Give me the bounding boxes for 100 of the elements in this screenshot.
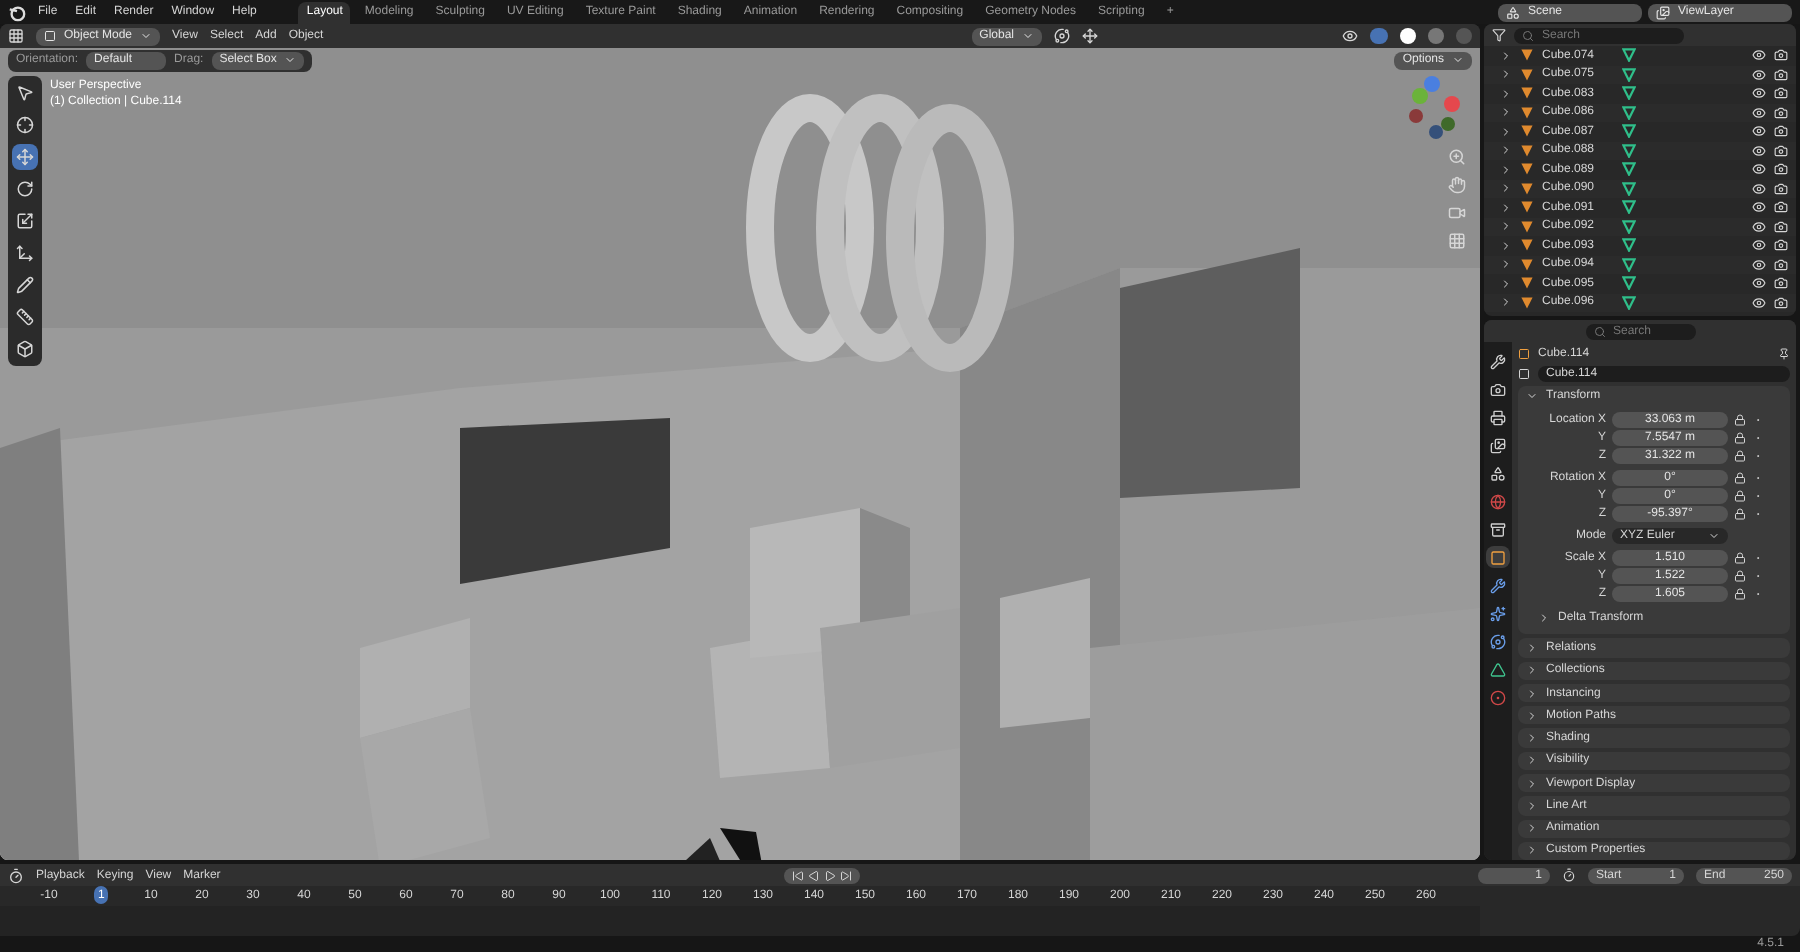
rotate-icon: [16, 180, 34, 198]
search-icon: [1522, 29, 1534, 41]
tool-button[interactable]: [12, 240, 38, 266]
camera-icon[interactable]: [1774, 124, 1788, 139]
caret-icon: [1708, 530, 1720, 543]
camera-icon[interactable]: [1774, 105, 1788, 120]
visibility-icon[interactable]: [1342, 28, 1358, 44]
properties-tab[interactable]: [1486, 378, 1510, 400]
images-icon: [1490, 437, 1506, 453]
camera-icon[interactable]: [1774, 67, 1788, 82]
visibility-icon[interactable]: [1752, 124, 1766, 139]
transform-icon: [16, 244, 34, 262]
visibility-icon[interactable]: [1752, 200, 1766, 215]
skip-back-icon: [792, 869, 805, 881]
tool-button[interactable]: [12, 144, 38, 170]
wrench-icon: [1490, 353, 1506, 369]
app-logo-icon[interactable]: [8, 3, 26, 21]
visibility-icon[interactable]: [1752, 86, 1766, 101]
skip-forward-icon: [840, 869, 853, 881]
crosshair-icon: [16, 116, 34, 134]
visibility-icon[interactable]: [1752, 48, 1766, 63]
scale-icon: [16, 212, 34, 230]
visibility-icon[interactable]: [1752, 143, 1766, 158]
caret-icon: [1022, 30, 1034, 42]
pointer-icon: [16, 84, 34, 102]
properties-tab[interactable]: [1486, 574, 1510, 596]
shapes-icon: [1490, 465, 1506, 481]
properties-tab[interactable]: [1486, 406, 1510, 428]
camera-icon[interactable]: [1774, 219, 1788, 234]
clock-icon[interactable]: [1562, 868, 1576, 882]
axis-gizmo-drawing[interactable]: [1409, 76, 1460, 139]
lock-icon[interactable]: [1734, 432, 1746, 445]
camera-icon[interactable]: [1774, 276, 1788, 291]
camera-icon[interactable]: [1774, 48, 1788, 63]
ruler-icon: [16, 308, 34, 326]
visibility-icon[interactable]: [1752, 67, 1766, 82]
visibility-icon[interactable]: [1752, 295, 1766, 310]
tool-button[interactable]: [12, 176, 38, 202]
tool-button[interactable]: [12, 80, 38, 106]
sparkles-icon: [1490, 605, 1506, 621]
lock-icon[interactable]: [1734, 450, 1746, 463]
shading-solid-toggle[interactable]: [1400, 28, 1416, 44]
images-icon: [1656, 5, 1670, 19]
properties-tab[interactable]: [1486, 546, 1510, 568]
tool-button[interactable]: [12, 272, 38, 298]
square-icon: [1518, 368, 1530, 381]
camera-icon[interactable]: [1774, 86, 1788, 101]
tool-button[interactable]: [12, 112, 38, 138]
properties-tab[interactable]: [1486, 518, 1510, 540]
wrench-icon: [1490, 577, 1506, 593]
lock-icon[interactable]: [1734, 490, 1746, 503]
filter-icon[interactable]: [1492, 28, 1506, 42]
caret-icon: [1452, 54, 1464, 66]
camera-icon[interactable]: [1774, 162, 1788, 177]
camera-icon[interactable]: [1774, 238, 1788, 253]
orbit-icon: [1490, 633, 1506, 649]
properties-tab[interactable]: [1486, 602, 1510, 624]
playback-controls[interactable]: [784, 867, 861, 883]
square-icon: [1518, 348, 1530, 361]
properties-tab[interactable]: [1486, 462, 1510, 484]
globe-icon: [1490, 493, 1506, 509]
lock-icon[interactable]: [1734, 570, 1746, 583]
lock-icon[interactable]: [1734, 552, 1746, 565]
lock-icon[interactable]: [1734, 508, 1746, 521]
visibility-icon[interactable]: [1752, 219, 1766, 234]
tool-button[interactable]: [12, 336, 38, 362]
printer-icon: [1490, 409, 1506, 425]
lock-icon[interactable]: [1734, 414, 1746, 427]
play-icon: [824, 869, 837, 881]
clock-icon[interactable]: [8, 867, 24, 883]
camera-icon[interactable]: [1774, 143, 1788, 158]
lock-icon[interactable]: [1734, 472, 1746, 485]
circle-icon: [1490, 689, 1506, 705]
shading-material-toggle[interactable]: [1428, 28, 1444, 44]
visibility-icon[interactable]: [1752, 238, 1766, 253]
move-icon: [16, 148, 34, 166]
caret-icon: [284, 54, 297, 66]
visibility-icon[interactable]: [1752, 105, 1766, 120]
visibility-icon[interactable]: [1752, 181, 1766, 196]
visibility-icon[interactable]: [1752, 162, 1766, 177]
lock-icon[interactable]: [1734, 588, 1746, 601]
visibility-icon[interactable]: [1752, 257, 1766, 272]
tool-button[interactable]: [12, 208, 38, 234]
camera-icon[interactable]: [1774, 200, 1788, 215]
properties-tab[interactable]: [1486, 658, 1510, 680]
overlay-toggle[interactable]: [1370, 28, 1388, 44]
shading-rendered-toggle[interactable]: [1456, 28, 1472, 44]
pin-icon[interactable]: [1778, 348, 1790, 361]
camera-icon[interactable]: [1774, 257, 1788, 272]
camera-icon[interactable]: [1774, 295, 1788, 310]
properties-tab[interactable]: [1486, 350, 1510, 372]
properties-tab[interactable]: [1486, 434, 1510, 456]
square-icon: [1490, 549, 1506, 565]
visibility-icon[interactable]: [1752, 276, 1766, 291]
triangle-icon: [1490, 661, 1506, 677]
timeline-track[interactable]: [0, 906, 1480, 936]
tool-button[interactable]: [12, 304, 38, 330]
properties-tab[interactable]: [1486, 630, 1510, 652]
camera-icon[interactable]: [1774, 181, 1788, 196]
shapes-icon: [1506, 5, 1520, 19]
